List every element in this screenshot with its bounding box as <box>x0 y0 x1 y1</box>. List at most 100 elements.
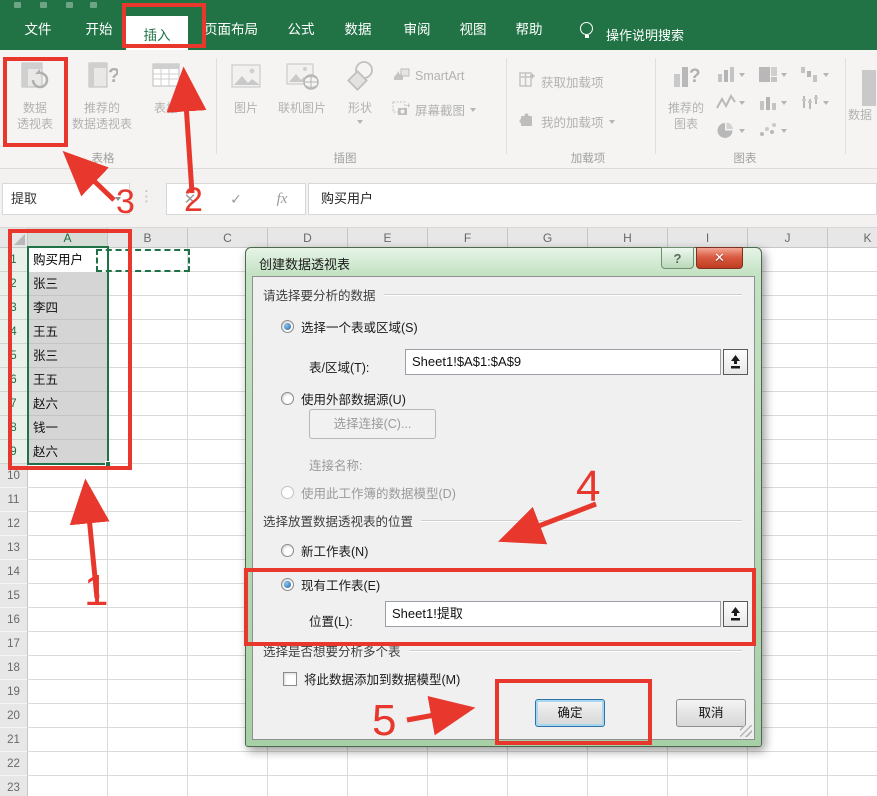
column-header[interactable]: C <box>188 228 268 248</box>
dialog-close-button[interactable]: ✕ <box>696 247 743 269</box>
resize-grip[interactable] <box>740 725 752 737</box>
radio-new-worksheet[interactable]: 新工作表(N) <box>281 541 368 560</box>
pictures-icon <box>229 60 263 96</box>
tab-view[interactable]: 视图 <box>460 18 487 38</box>
insert-line-chart-button[interactable] <box>716 94 745 111</box>
column-chart-icon <box>716 66 736 83</box>
table-range-label: 表/区域(T): <box>309 357 369 376</box>
row-header[interactable]: 14 <box>0 560 28 584</box>
screenshot-icon: + <box>392 100 410 119</box>
tab-file[interactable]: 文件 <box>25 18 52 38</box>
insert-waterfall-chart-button[interactable] <box>800 66 829 83</box>
cancel-button[interactable]: 取消 <box>676 699 746 727</box>
recommended-pivottables-button[interactable]: ? 推荐的 数据透视表 <box>64 60 140 150</box>
pictures-button[interactable]: 图片 <box>222 60 270 150</box>
tab-page-layout[interactable]: 页面布局 <box>204 18 258 38</box>
dialog-help-button[interactable]: ? <box>661 247 694 269</box>
screenshot-button[interactable]: + 屏幕截图 <box>392 100 476 119</box>
ribbon-group-divider <box>655 58 656 154</box>
column-header[interactable]: E <box>348 228 428 248</box>
enter-entry-icon[interactable]: ✓ <box>213 191 259 208</box>
name-box[interactable]: 提取 <box>2 183 130 215</box>
radio-select-table-range[interactable]: 选择一个表或区域(S) <box>281 317 418 336</box>
row-header[interactable]: 16 <box>0 608 28 632</box>
row-header[interactable]: 20 <box>0 704 28 728</box>
annotation-step-4: 4 <box>576 462 600 512</box>
column-header[interactable]: H <box>588 228 668 248</box>
insert-pie-chart-button[interactable] <box>716 122 745 139</box>
recommended-charts-button[interactable]: ? 推荐的 图表 <box>660 60 712 150</box>
get-addins-button[interactable]: + 获取加载项 <box>518 72 604 91</box>
svg-text:+: + <box>530 72 535 81</box>
formula-input[interactable]: 购买用户 <box>308 183 877 215</box>
tell-me-search[interactable]: 操作说明搜索 <box>606 25 684 44</box>
row-header[interactable]: 18 <box>0 656 28 680</box>
column-header[interactable]: K <box>828 228 877 248</box>
insert-hierarchy-chart-button[interactable] <box>758 66 787 83</box>
column-header[interactable]: F <box>428 228 508 248</box>
radio-unselected-icon[interactable] <box>281 544 294 557</box>
table-range-input[interactable]: Sheet1!$A$1:$A$9 <box>405 349 721 375</box>
row-header[interactable]: 21 <box>0 728 28 752</box>
recommended-charts-line2: 图表 <box>674 116 698 132</box>
row-header[interactable]: 19 <box>0 680 28 704</box>
column-header[interactable]: G <box>508 228 588 248</box>
online-pictures-button[interactable]: 联机图片 <box>272 60 332 150</box>
my-addins-button[interactable]: 我的加载项 <box>518 112 615 131</box>
radio-selected-icon[interactable] <box>281 320 294 333</box>
tab-review[interactable]: 审阅 <box>404 18 431 38</box>
row-header[interactable]: 13 <box>0 536 28 560</box>
online-pictures-icon <box>285 60 319 96</box>
quick-access-icon[interactable] <box>40 2 47 8</box>
choose-connection-button: 选择连接(C)... <box>309 409 436 439</box>
row-header[interactable]: 12 <box>0 512 28 536</box>
smartart-button[interactable]: SmartArt <box>392 66 464 85</box>
column-header[interactable]: D <box>268 228 348 248</box>
radio-unselected-icon[interactable] <box>281 392 294 405</box>
insert-column-chart-button[interactable] <box>716 66 745 83</box>
row-headers: 101112131415161718192021222324 <box>0 464 28 796</box>
tab-help[interactable]: 帮助 <box>516 18 543 38</box>
insert-stock-chart-button[interactable] <box>800 94 829 111</box>
excel-window: 文件 开始 插入 页面布局 公式 数据 审阅 视图 帮助 操作说明搜索 数据 透… <box>0 0 877 796</box>
collapse-dialog-button[interactable] <box>723 349 748 375</box>
pivotchart-label-partial[interactable]: 数据 <box>848 106 872 123</box>
pivotchart-icon <box>862 70 876 106</box>
tab-data[interactable]: 数据 <box>345 18 372 38</box>
column-header[interactable]: J <box>748 228 828 248</box>
combo-chart-dropdown-icon <box>781 101 787 105</box>
get-addins-icon: + <box>518 72 536 91</box>
quick-access-icon[interactable] <box>90 2 97 8</box>
row-header[interactable]: 15 <box>0 584 28 608</box>
tab-home[interactable]: 开始 <box>86 18 113 38</box>
section-choose-data: 请选择要分析的数据 <box>263 285 742 304</box>
insert-combo-chart-button[interactable] <box>758 94 787 111</box>
checkbox-unchecked-icon[interactable] <box>283 672 297 686</box>
quick-access-icon[interactable] <box>66 2 73 8</box>
row-header[interactable]: 11 <box>0 488 28 512</box>
shapes-dropdown-icon <box>357 120 363 124</box>
recommended-pivottables-line1: 推荐的 <box>84 100 120 116</box>
checkbox-add-to-data-model[interactable]: 将此数据添加到数据模型(M) <box>283 669 460 688</box>
table-button[interactable]: 表格 <box>140 60 192 150</box>
column-headers: BCDEFGHIJK <box>108 228 877 248</box>
column-chart-dropdown-icon <box>739 73 745 77</box>
stock-chart-icon <box>800 94 820 111</box>
quick-access-icon[interactable] <box>14 2 21 8</box>
insert-function-icon[interactable]: fx <box>259 191 305 208</box>
scatter-chart-dropdown-icon <box>781 129 787 133</box>
row-header[interactable]: 23 <box>0 776 28 796</box>
pie-chart-dropdown-icon <box>739 129 745 133</box>
annotation-box-ok-button <box>495 679 652 745</box>
formula-bar-drag-handle[interactable]: ⋮ <box>139 187 154 205</box>
insert-scatter-chart-button[interactable] <box>758 122 787 139</box>
pie-chart-icon <box>716 122 736 139</box>
get-addins-label: 获取加载项 <box>541 72 604 91</box>
row-header[interactable]: 22 <box>0 752 28 776</box>
column-header[interactable]: I <box>668 228 748 248</box>
shapes-button[interactable]: 形状 <box>336 60 384 150</box>
radio-data-model: 使用此工作簿的数据模型(D) <box>281 483 456 502</box>
tab-formulas[interactable]: 公式 <box>288 18 315 38</box>
radio-external-source[interactable]: 使用外部数据源(U) <box>281 389 406 408</box>
row-header[interactable]: 17 <box>0 632 28 656</box>
